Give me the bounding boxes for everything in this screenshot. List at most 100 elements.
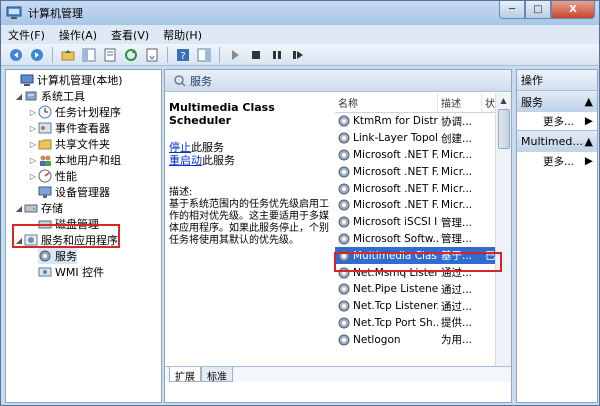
export-list-icon[interactable] xyxy=(143,46,161,64)
tree-item-label: 存储 xyxy=(41,202,63,215)
gear-icon xyxy=(338,132,350,144)
restart-service-icon[interactable] xyxy=(289,46,307,64)
selected-service-name: Multimedia Class Scheduler xyxy=(169,101,275,127)
actions-pane: 操作 服务 ▲ 更多... ▶ Multimed... ▲ 更多... ▶ xyxy=(516,69,598,403)
tree-item-label: 事件查看器 xyxy=(55,122,110,135)
highlight-box-multimedia-row xyxy=(334,252,502,272)
properties-icon[interactable] xyxy=(101,46,119,64)
expander-icon[interactable]: ◢ xyxy=(14,92,24,101)
users-icon xyxy=(38,153,52,167)
stop-service-icon[interactable] xyxy=(247,46,265,64)
start-service-icon[interactable] xyxy=(226,46,244,64)
table-row[interactable]: Microsoft Softw... 管理... xyxy=(335,231,511,248)
service-name: Net.Tcp Listener... xyxy=(353,300,438,313)
tab-extended[interactable]: 扩展 xyxy=(169,367,201,383)
service-name: Net.Pipe Listene... xyxy=(353,283,438,296)
column-header-description[interactable]: 描述 xyxy=(438,93,482,112)
menu-action[interactable]: 操作(A) xyxy=(52,27,104,43)
tree-item-performance[interactable]: ▷ 性能 xyxy=(28,168,77,184)
tree-item-label: 任务计划程序 xyxy=(55,106,121,119)
expander-icon[interactable]: ▷ xyxy=(28,172,38,181)
service-description-cell: 创建... xyxy=(441,132,473,145)
collapse-up-icon[interactable]: ▲ xyxy=(585,135,593,148)
tree-item-services[interactable]: 服务 xyxy=(38,248,77,264)
service-description-cell: Micr... xyxy=(441,182,473,195)
actions-section-multimedia[interactable]: Multimed... ▲ xyxy=(517,130,597,152)
service-description-cell: 提供... xyxy=(441,317,473,330)
scroll-up-icon[interactable]: ▲ xyxy=(496,93,511,107)
tree-item-task-scheduler[interactable]: ▷ 任务计划程序 xyxy=(28,104,121,120)
title-bar[interactable]: 计算机管理 ─ □ X xyxy=(1,1,599,25)
tree-item-shared-folders[interactable]: ▷ 共享文件夹 xyxy=(28,136,110,152)
tree-item-label: 计算机管理(本地) xyxy=(37,74,123,87)
menu-view[interactable]: 查看(V) xyxy=(104,27,156,43)
actions-more-services[interactable]: 更多... ▶ xyxy=(517,112,597,130)
expander-icon[interactable]: ▷ xyxy=(28,124,38,133)
menu-file[interactable]: 文件(F) xyxy=(1,27,52,43)
collapse-up-icon[interactable]: ▲ xyxy=(585,95,593,108)
tree-item-storage[interactable]: ◢ 存储 xyxy=(14,200,63,216)
actions-more-multimedia[interactable]: 更多... ▶ xyxy=(517,152,597,170)
restart-service-line: 重启动此服务 xyxy=(169,154,235,167)
up-folder-icon[interactable] xyxy=(59,46,77,64)
table-row[interactable]: Microsoft .NET F... Micr... xyxy=(335,147,511,164)
expander-icon[interactable]: ▷ xyxy=(28,156,38,165)
tree-item-wmi-control[interactable]: WMI 控件 xyxy=(38,264,104,280)
service-name: KtmRm for Distri... xyxy=(353,115,438,128)
console-tree-icon[interactable] xyxy=(80,46,98,64)
stop-service-link[interactable]: 停止 xyxy=(169,141,191,154)
restart-service-link[interactable]: 重启动 xyxy=(169,154,202,167)
table-row[interactable]: Netlogon 为用... xyxy=(335,331,511,348)
show-hide-action-pane-icon[interactable] xyxy=(195,46,213,64)
maximize-button[interactable]: □ xyxy=(525,1,551,19)
table-row[interactable]: Net.Pipe Listene...通过... xyxy=(335,281,511,298)
table-row[interactable]: Microsoft .NET F... Micr... xyxy=(335,197,511,214)
forward-arrow-icon[interactable] xyxy=(28,46,46,64)
highlight-box-services-apps xyxy=(12,224,120,248)
tree-item-label: 共享文件夹 xyxy=(55,138,110,151)
tree-item-device-manager[interactable]: 设备管理器 xyxy=(38,184,110,200)
list-column-headers: 名称 描述 状态 xyxy=(335,93,511,113)
back-arrow-icon[interactable] xyxy=(7,46,25,64)
vertical-scrollbar[interactable]: ▲ xyxy=(495,93,511,382)
gear-icon xyxy=(338,115,350,127)
menu-help[interactable]: 帮助(H) xyxy=(156,27,209,43)
column-header-name[interactable]: 名称 xyxy=(335,93,438,112)
scroll-thumb[interactable] xyxy=(498,109,510,149)
gear-icon xyxy=(338,300,350,312)
table-row[interactable]: Microsoft .NET F... Micr... xyxy=(335,180,511,197)
table-row[interactable]: KtmRm for Distri...协调... xyxy=(335,113,511,130)
refresh-icon[interactable] xyxy=(122,46,140,64)
close-button[interactable]: X xyxy=(551,1,595,19)
services-list: 名称 描述 状态 KtmRm for Distri...协调...Link-La… xyxy=(335,93,511,382)
actions-section-services[interactable]: 服务 ▲ xyxy=(517,90,597,112)
toolbar-separator xyxy=(219,46,220,63)
service-detail-panel: Multimedia Class Scheduler 停止此服务 重启动此服务 … xyxy=(165,93,335,389)
table-row[interactable]: Microsoft iSCSI I... 管理... xyxy=(335,214,511,231)
tab-standard[interactable]: 标准 xyxy=(201,367,233,383)
service-description-cell: 管理... xyxy=(441,216,473,229)
expander-icon[interactable]: ▷ xyxy=(28,140,38,149)
service-description-cell: 通过... xyxy=(441,300,473,313)
gear-icon xyxy=(338,166,350,178)
service-name: Microsoft .NET F... xyxy=(353,148,438,161)
tree-item-local-users-groups[interactable]: ▷ 本地用户和组 xyxy=(28,152,121,168)
submenu-arrow-icon: ▶ xyxy=(584,115,593,127)
minimize-button[interactable]: ─ xyxy=(499,1,525,19)
table-row[interactable]: Microsoft .NET F... Micr... xyxy=(335,163,511,180)
tree-item-event-viewer[interactable]: ▷ 事件查看器 xyxy=(28,120,110,136)
service-name: Microsoft .NET F... xyxy=(353,182,438,195)
tree-item-label: 性能 xyxy=(55,170,77,183)
pause-service-icon[interactable] xyxy=(268,46,286,64)
expander-icon[interactable]: ▷ xyxy=(28,108,38,117)
table-row[interactable]: Net.Tcp Port Sh... 提供... xyxy=(335,315,511,332)
help-icon[interactable]: ? xyxy=(174,46,192,64)
tree-item-system-tools[interactable]: ◢ 系统工具 xyxy=(14,88,85,104)
table-row[interactable]: Net.Tcp Listener... 通过... xyxy=(335,298,511,315)
services-search-icon xyxy=(173,74,187,88)
expander-icon[interactable]: ◢ xyxy=(14,204,24,213)
tree-item-computer-management[interactable]: 计算机管理(本地) xyxy=(10,72,123,88)
wmi-icon xyxy=(38,265,52,279)
event-icon xyxy=(38,121,52,135)
table-row[interactable]: Link-Layer Topol...创建... xyxy=(335,130,511,147)
